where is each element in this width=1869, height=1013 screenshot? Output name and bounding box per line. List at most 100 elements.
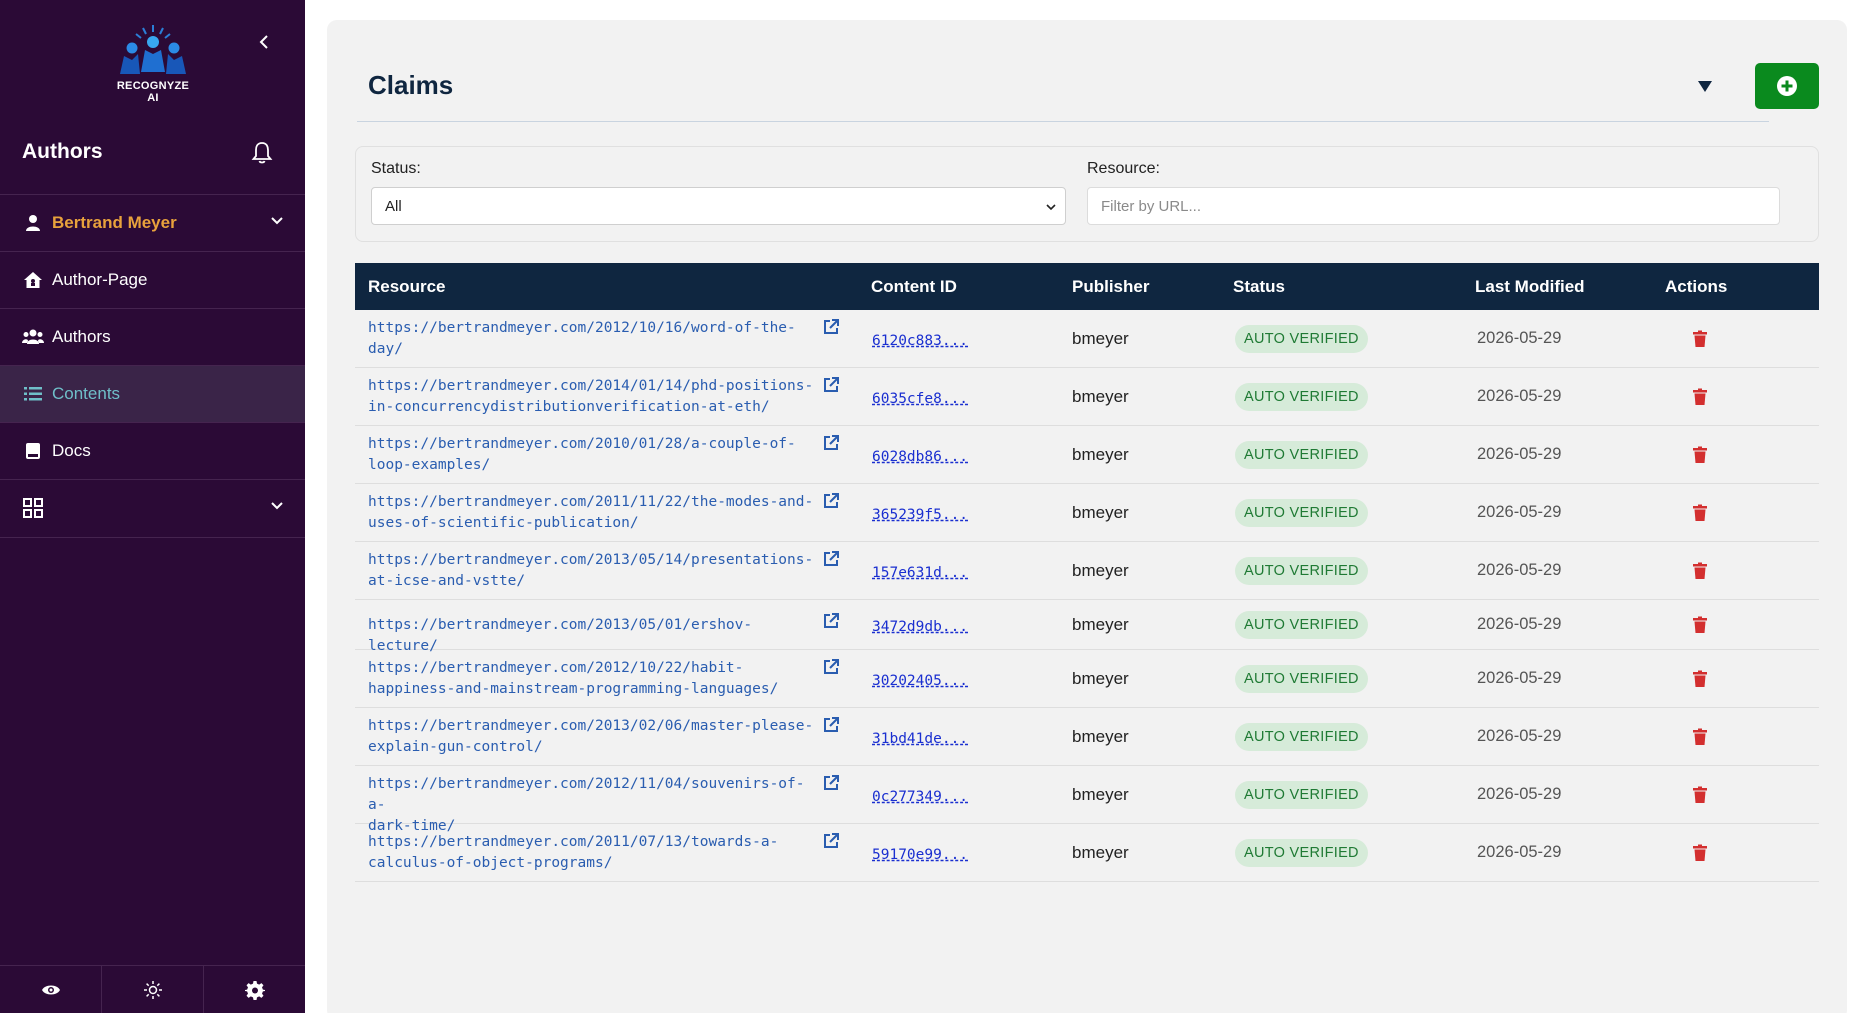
delete-icon[interactable]	[1692, 562, 1708, 580]
resource-link[interactable]: https://bertrandmeyer.com/2013/02/06/mas…	[368, 716, 818, 758]
main-panel: Claims Status: All Resource: Resource Co…	[327, 20, 1847, 1013]
delete-icon[interactable]	[1692, 670, 1708, 688]
column-header-resource[interactable]: Resource	[368, 263, 445, 310]
column-header-content-id[interactable]: Content ID	[871, 263, 957, 310]
last-modified-cell: 2026-05-29	[1477, 503, 1562, 521]
sidebar-item-authors[interactable]: Authors	[0, 309, 305, 365]
title-divider	[357, 121, 1769, 122]
add-claim-button[interactable]	[1755, 63, 1819, 109]
home-icon	[22, 269, 44, 291]
settings-button[interactable]	[204, 966, 305, 1013]
delete-icon[interactable]	[1692, 616, 1708, 634]
status-select[interactable]: All	[371, 187, 1066, 225]
sidebar-item-contents[interactable]: Contents	[0, 366, 305, 422]
content-id-link[interactable]: 6035cfe8...	[872, 391, 968, 407]
status-badge: AUTO VERIFIED	[1235, 383, 1368, 411]
resource-link[interactable]: https://bertrandmeyer.com/2013/05/14/pre…	[368, 550, 818, 592]
external-link-icon[interactable]	[822, 612, 840, 630]
user-menu[interactable]: Bertrand Meyer	[0, 195, 305, 251]
page-title: Claims	[368, 70, 454, 100]
resource-link[interactable]: https://bertrandmeyer.com/2012/10/16/wor…	[368, 318, 818, 360]
chevron-down-icon	[271, 502, 283, 510]
status-filter-label: Status:	[371, 160, 421, 177]
collapse-sidebar-button[interactable]	[255, 30, 273, 54]
external-link-icon[interactable]	[822, 550, 840, 568]
status-badge: AUTO VERIFIED	[1235, 557, 1368, 585]
table-row: https://bertrandmeyer.com/2011/11/22/the…	[355, 484, 1819, 542]
external-link-icon[interactable]	[822, 376, 840, 394]
column-header-publisher[interactable]: Publisher	[1072, 263, 1149, 310]
column-header-last-modified[interactable]: Last Modified	[1475, 263, 1585, 310]
last-modified-cell: 2026-05-29	[1477, 329, 1562, 347]
delete-icon[interactable]	[1692, 504, 1708, 522]
table-row: https://bertrandmeyer.com/2012/10/16/wor…	[355, 310, 1819, 368]
resource-link[interactable]: https://bertrandmeyer.com/2012/10/22/hab…	[368, 658, 818, 700]
sidebar-item-docs[interactable]: Docs	[0, 423, 305, 479]
brand-logo: RECOGNYZE AI	[110, 22, 196, 104]
last-modified-cell: 2026-05-29	[1477, 615, 1562, 633]
sidebar-item-label: Authors	[52, 327, 111, 346]
content-id-link[interactable]: 31bd41de...	[872, 731, 968, 747]
resource-link-line: https://bertrandmeyer.com/2012/11/04/sou…	[368, 776, 805, 813]
resource-link[interactable]: https://bertrandmeyer.com/2010/01/28/a-c…	[368, 434, 818, 476]
list-icon	[22, 383, 44, 405]
user-icon	[22, 212, 44, 234]
delete-icon[interactable]	[1692, 446, 1708, 464]
theme-toggle-button[interactable]	[102, 966, 204, 1013]
publisher-cell: bmeyer	[1072, 843, 1129, 862]
external-link-icon[interactable]	[822, 434, 840, 452]
content-id-link[interactable]: 365239f5...	[872, 507, 968, 523]
external-link-icon[interactable]	[822, 774, 840, 792]
status-badge: AUTO VERIFIED	[1235, 839, 1368, 867]
resource-link-line: in-concurrencydistributionverification-a…	[368, 399, 770, 415]
content-id-link[interactable]: 59170e99...	[872, 847, 968, 863]
external-link-icon[interactable]	[822, 318, 840, 336]
resource-link[interactable]: https://bertrandmeyer.com/2011/11/22/the…	[368, 492, 818, 534]
apps-menu[interactable]	[0, 480, 305, 536]
delete-icon[interactable]	[1692, 844, 1708, 862]
delete-icon[interactable]	[1692, 728, 1708, 746]
visibility-button[interactable]	[0, 966, 102, 1013]
table-row: https://bertrandmeyer.com/2013/05/14/pre…	[355, 542, 1819, 600]
plus-circle-icon	[1777, 76, 1797, 96]
column-header-status[interactable]: Status	[1233, 263, 1285, 310]
resource-filter-label: Resource:	[1087, 160, 1160, 177]
notifications-button[interactable]	[250, 140, 274, 166]
publisher-cell: bmeyer	[1072, 669, 1129, 688]
delete-icon[interactable]	[1692, 330, 1708, 348]
table-row: https://bertrandmeyer.com/2013/02/06/mas…	[355, 708, 1819, 766]
resource-link[interactable]: https://bertrandmeyer.com/2011/07/13/tow…	[368, 832, 818, 874]
users-icon	[22, 326, 44, 348]
last-modified-cell: 2026-05-29	[1477, 445, 1562, 463]
resource-filter-input[interactable]	[1087, 187, 1780, 225]
content-id-link[interactable]: 3472d9db...	[872, 619, 968, 635]
sidebar-item-label: Docs	[52, 441, 91, 460]
resource-link[interactable]: https://bertrandmeyer.com/2014/01/14/phd…	[368, 376, 818, 418]
resource-link-line: https://bertrandmeyer.com/2010/01/28/a-c…	[368, 436, 796, 452]
content-id-link[interactable]: 0c277349...	[872, 789, 968, 805]
content-id-link[interactable]: 157e631d...	[872, 565, 968, 581]
delete-icon[interactable]	[1692, 388, 1708, 406]
claims-menu-toggle[interactable]	[1695, 78, 1715, 94]
external-link-icon[interactable]	[822, 492, 840, 510]
last-modified-cell: 2026-05-29	[1477, 727, 1562, 745]
table-row: https://bertrandmeyer.com/2012/10/22/hab…	[355, 650, 1819, 708]
status-badge: AUTO VERIFIED	[1235, 723, 1368, 751]
user-name: Bertrand Meyer	[52, 213, 177, 232]
delete-icon[interactable]	[1692, 786, 1708, 804]
bell-icon	[251, 142, 273, 164]
content-id-link[interactable]: 6028db86...	[872, 449, 968, 465]
external-link-icon[interactable]	[822, 658, 840, 676]
content-id-link[interactable]: 6120c883...	[872, 333, 968, 349]
resource-link-line: https://bertrandmeyer.com/2013/05/14/pre…	[368, 552, 814, 568]
content-id-link[interactable]: 30202405...	[872, 673, 968, 689]
sidebar-item-label: Contents	[52, 384, 121, 403]
publisher-cell: bmeyer	[1072, 785, 1129, 804]
status-badge: AUTO VERIFIED	[1235, 441, 1368, 469]
status-badge: AUTO VERIFIED	[1235, 611, 1368, 639]
external-link-icon[interactable]	[822, 832, 840, 850]
external-link-icon[interactable]	[822, 716, 840, 734]
sidebar-item-author-page[interactable]: Author-Page	[0, 252, 305, 308]
last-modified-cell: 2026-05-29	[1477, 669, 1562, 687]
status-select-value: All	[385, 197, 402, 215]
